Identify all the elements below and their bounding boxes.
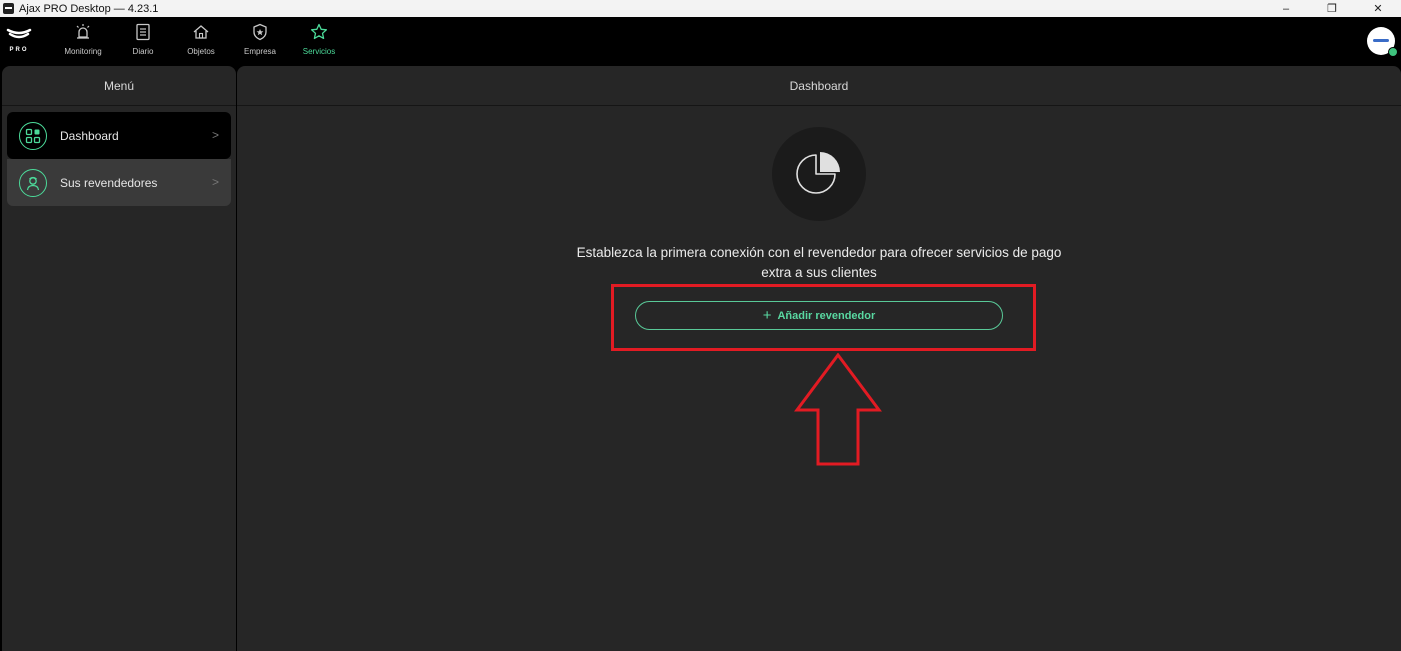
ajax-logo-icon — [6, 28, 32, 39]
nav-label: Empresa — [243, 47, 276, 56]
sidebar-item-dashboard[interactable]: Dashboard > — [7, 112, 231, 159]
app-toolbar: PRO Monitoring Diario Objetos Empresa Se… — [0, 17, 1401, 65]
window-controls: – ❐ ✕ — [1263, 0, 1401, 17]
sidebar-item-label: Dashboard — [60, 128, 119, 143]
star-icon — [310, 23, 328, 40]
nav-label: Diario — [132, 47, 154, 56]
ajax-logo[interactable]: PRO — [5, 25, 33, 57]
chevron-right-icon: > — [211, 128, 219, 142]
nav-diario[interactable]: Diario — [128, 23, 158, 61]
pie-chart-icon — [796, 152, 840, 194]
sidebar-item-resellers[interactable]: Sus revendedores > — [7, 159, 231, 206]
chevron-right-icon: > — [211, 175, 219, 189]
sidebar-menu: Menú Dashboard > Sus revendedores > — [2, 66, 236, 651]
shield-icon — [253, 23, 267, 41]
nav-empresa[interactable]: Empresa — [241, 23, 279, 61]
nav-label: Monitoring — [64, 47, 102, 56]
annotation-arrow-icon — [794, 353, 882, 466]
empty-state-message: Establezca la primera conexión con el re… — [576, 245, 1062, 280]
dashboard-icon — [19, 121, 47, 150]
nav-servicios[interactable]: Servicios — [298, 23, 340, 61]
alarm-icon — [76, 24, 90, 39]
nav-label: Servicios — [302, 47, 336, 56]
user-avatar[interactable] — [1367, 27, 1398, 57]
restore-button[interactable]: ❐ — [1309, 0, 1355, 17]
sidebar-item-label: Sus revendedores — [60, 175, 158, 190]
logo-text: PRO — [9, 47, 29, 53]
sidebar-title: Menú — [2, 66, 236, 106]
house-icon — [193, 25, 209, 39]
menu-list: Dashboard > Sus revendedores > — [2, 106, 236, 212]
empty-state-illustration — [772, 127, 866, 221]
avatar-logo — [1373, 39, 1389, 42]
window-title: Ajax PRO Desktop — 4.23.1 — [19, 2, 159, 15]
nav-monitoring[interactable]: Monitoring — [61, 23, 105, 61]
reseller-icon — [19, 168, 47, 197]
journal-icon — [136, 23, 150, 41]
online-status-badge — [1388, 47, 1398, 57]
app-icon — [3, 3, 14, 14]
page-title: Dashboard — [237, 66, 1401, 106]
nav-label: Objetos — [187, 47, 215, 56]
minimize-button[interactable]: – — [1263, 0, 1309, 17]
nav-objetos[interactable]: Objetos — [184, 23, 218, 61]
annotation-highlight-box — [611, 284, 1036, 351]
window-titlebar: Ajax PRO Desktop — 4.23.1 – ❐ ✕ — [0, 0, 1401, 17]
close-button[interactable]: ✕ — [1355, 0, 1401, 17]
